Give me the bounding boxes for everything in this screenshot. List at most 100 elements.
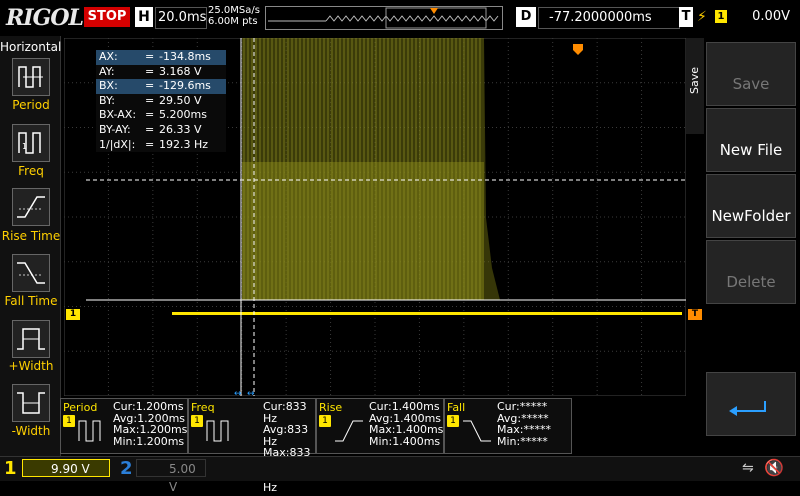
measurement-cur: Cur:1.200ms <box>113 400 184 413</box>
cursor-value: 5.200ms <box>159 108 207 122</box>
cursor-b-handle-icon[interactable]: ↔ <box>247 389 255 396</box>
measurement-channel-badge: 1 <box>191 415 203 427</box>
memory-overview-waveform <box>268 7 499 29</box>
measurement-cur: Cur:***** <box>497 400 548 413</box>
freq-icon: 1 <box>18 132 41 154</box>
measurement-title: Freq <box>191 401 215 414</box>
freq-button[interactable]: 1 <box>12 124 50 162</box>
acquisition-info: 25.0MSa/s 6.00M pts <box>208 5 260 27</box>
svg-text:1: 1 <box>22 142 27 151</box>
cursor-row: BX: = -129.6ms <box>96 79 226 94</box>
save-menu-tab: Save <box>686 38 704 134</box>
period-label: Period <box>12 98 50 112</box>
save-menu-tab-label: Save <box>688 66 701 94</box>
measurement-fall[interactable]: Fall 1 Cur:***** Avg:***** Max:***** Min… <box>444 398 572 454</box>
neg-width-label: -Width <box>11 424 51 438</box>
cursor-key: AX: <box>99 50 118 63</box>
cursor-value: -134.8ms <box>159 50 211 63</box>
measurement-avg: Avg:833 Hz <box>263 423 309 448</box>
period-icon <box>78 420 101 442</box>
neg-width-button[interactable] <box>12 384 50 422</box>
pos-width-icon <box>17 328 45 350</box>
period-button[interactable] <box>12 58 50 96</box>
measurement-title: Rise <box>319 401 343 414</box>
measurement-channel-badge: 1 <box>319 415 331 427</box>
memory-depth: 6.00M pts <box>208 16 258 27</box>
pos-width-button[interactable] <box>12 320 50 358</box>
fall-time-label: Fall Time <box>4 294 58 308</box>
cursor-eq: = <box>145 93 155 107</box>
delay-label: D <box>516 7 536 27</box>
ch2-number[interactable]: 2 <box>120 458 133 479</box>
cursor-value: 26.33 V <box>159 122 202 136</box>
fall-time-icon <box>463 420 491 442</box>
cursor-eq: = <box>145 64 155 78</box>
measurement-max: Max:1.200ms <box>113 423 188 436</box>
measurement-title: Period <box>63 401 98 414</box>
period-icon <box>18 66 43 88</box>
sample-rate: 25.0MSa/s <box>208 5 260 16</box>
neg-width-icon <box>17 392 45 414</box>
return-button[interactable] <box>706 372 796 436</box>
ch2-scale[interactable]: 5.00 V <box>136 459 206 494</box>
measurement-channel-badge: 1 <box>63 415 75 427</box>
ch1-number[interactable]: 1 <box>4 458 17 479</box>
rise-time-icon <box>17 196 45 218</box>
return-arrow-icon <box>729 401 766 416</box>
menu-title: Horizontal <box>0 40 62 54</box>
rigol-logo: RIGOL <box>6 5 84 31</box>
measurement-max: Max:***** <box>497 423 551 436</box>
cursor-key: BX-AX: <box>99 108 137 122</box>
rise-time-label: Rise Time <box>1 229 61 243</box>
usb-icon: ⇋ <box>742 460 754 476</box>
cursor-row: BY: = 29.50 V <box>96 94 226 109</box>
rise-time-button[interactable] <box>12 188 50 226</box>
new-folder-button[interactable]: NewFolder <box>706 174 796 238</box>
freq-icon <box>206 420 229 442</box>
delay-value[interactable]: -77.2000000ms <box>538 7 680 29</box>
cursor-value: 29.50 V <box>159 93 202 107</box>
trigger-level[interactable]: 0.00V <box>730 7 790 27</box>
ch1-scale[interactable]: 9.90 V <box>22 459 110 477</box>
rising-edge-icon: ⚡ <box>697 9 707 25</box>
memory-overview[interactable] <box>265 6 503 30</box>
cursor-key: 1/|dX|: <box>99 137 136 151</box>
timebase-value[interactable]: 20.0ms <box>155 7 207 29</box>
cursor-row: AX: = -134.8ms <box>96 50 226 65</box>
rise-time-icon <box>335 420 363 442</box>
measurement-min: Min:1.200ms <box>113 434 185 448</box>
cursor-eq: = <box>145 108 155 122</box>
run-stop-indicator[interactable]: STOP <box>84 7 130 27</box>
freq-label: Freq <box>18 164 44 178</box>
cursor-eq: = <box>145 137 155 151</box>
ch1-offset-marker[interactable]: 1 <box>66 309 80 320</box>
cursor-value: 192.3 Hz <box>159 137 209 151</box>
cursor-value: -129.6ms <box>159 79 211 93</box>
measurement-freq[interactable]: Freq 1 Cur:833 Hz Avg:833 Hz Max:833 Hz … <box>188 398 316 493</box>
cursor-row: 1/|dX|: = 192.3 Hz <box>96 138 226 153</box>
cursor-row: AY: = 3.168 V <box>96 65 226 80</box>
cursor-eq: = <box>145 79 155 93</box>
cursor-eq: = <box>145 50 155 63</box>
trigger-level-marker[interactable]: T <box>688 309 702 320</box>
new-file-button[interactable]: New File <box>706 108 796 172</box>
fall-time-icon <box>17 262 45 284</box>
horizontal-label: H <box>135 7 153 27</box>
delete-button[interactable]: Delete <box>706 240 796 304</box>
cursor-key: AY: <box>99 64 115 78</box>
measurement-min: Min:1.400ms <box>369 434 441 448</box>
measurement-period[interactable]: Period 1 Cur:1.200ms Avg:1.200ms Max:1.2… <box>60 398 188 454</box>
measurement-channel-badge: 1 <box>447 415 459 427</box>
measurement-max: Max:1.400ms <box>369 423 444 436</box>
cursor-a-handle-icon[interactable]: ↔ <box>234 389 242 396</box>
speaker-muted-icon[interactable]: 🔇 <box>764 458 784 477</box>
cursor-value: 3.168 V <box>159 64 202 78</box>
cursor-row: BX-AX: = 5.200ms <box>96 108 226 123</box>
measurement-min: Min:***** <box>497 434 548 448</box>
cursor-key: BX: <box>99 79 118 93</box>
cursor-eq: = <box>145 122 155 136</box>
save-button[interactable]: Save <box>706 42 796 106</box>
pos-width-label: +Width <box>8 359 54 373</box>
measurement-rise[interactable]: Rise 1 Cur:1.400ms Avg:1.400ms Max:1.400… <box>316 398 444 454</box>
fall-time-button[interactable] <box>12 254 50 292</box>
